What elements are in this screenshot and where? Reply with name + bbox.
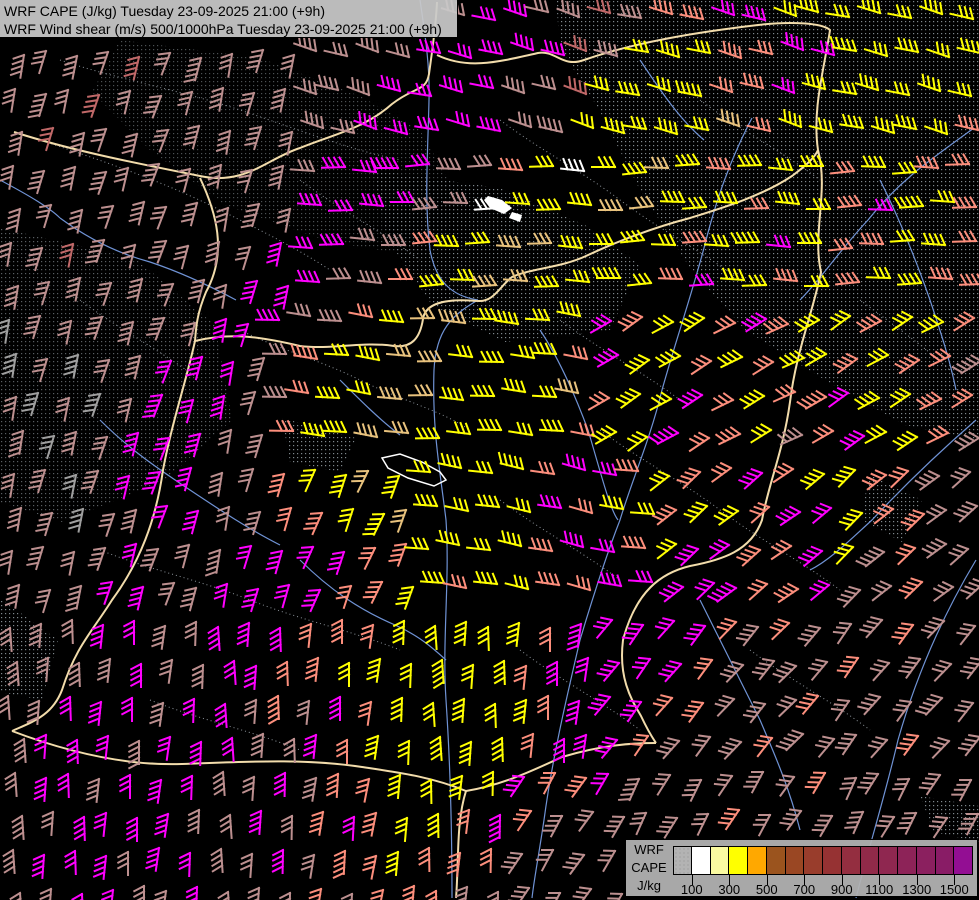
legend-tick-label: 500 <box>747 882 787 897</box>
legend-cell <box>861 846 880 875</box>
title-line-2: WRF Wind shear (m/s) 500/1000hPa Tuesday… <box>4 20 457 38</box>
legend-cell <box>729 846 748 875</box>
legend-title: WRF CAPE J/kg <box>626 841 672 895</box>
legend-cell <box>711 846 730 875</box>
legend-cell <box>842 846 861 875</box>
legend-tick-label: 700 <box>784 882 824 897</box>
legend-cell <box>954 846 973 875</box>
legend-cell <box>936 846 955 875</box>
legend-cell <box>917 846 936 875</box>
map-canvas <box>0 0 979 900</box>
legend-cell <box>673 846 692 875</box>
weather-map-screenshot: WRF CAPE (J/kg) Tuesday 23-09-2025 21:00… <box>0 0 979 900</box>
legend-tick-label: 300 <box>709 882 749 897</box>
legend-title-units: J/kg <box>626 877 672 895</box>
cape-legend: WRF CAPE J/kg 10030050070090011001300150… <box>625 839 978 897</box>
legend-cell <box>804 846 823 875</box>
title-overlay: WRF CAPE (J/kg) Tuesday 23-09-2025 21:00… <box>0 0 458 38</box>
legend-cell <box>692 846 711 875</box>
legend-cell <box>823 846 842 875</box>
legend-tick-label: 1300 <box>897 882 937 897</box>
legend-tick-label: 100 <box>672 882 712 897</box>
legend-cell <box>898 846 917 875</box>
legend-tick-label: 900 <box>822 882 862 897</box>
legend-tick-label: 1500 <box>934 882 974 897</box>
legend-cell <box>767 846 786 875</box>
legend-title-model: WRF <box>626 841 672 859</box>
legend-cell <box>879 846 898 875</box>
legend-cell <box>786 846 805 875</box>
legend-tick-label: 1100 <box>859 882 899 897</box>
title-line-1: WRF CAPE (J/kg) Tuesday 23-09-2025 21:00… <box>4 2 457 20</box>
legend-colorbar <box>673 846 973 875</box>
legend-title-variable: CAPE <box>626 859 672 877</box>
legend-cell <box>748 846 767 875</box>
